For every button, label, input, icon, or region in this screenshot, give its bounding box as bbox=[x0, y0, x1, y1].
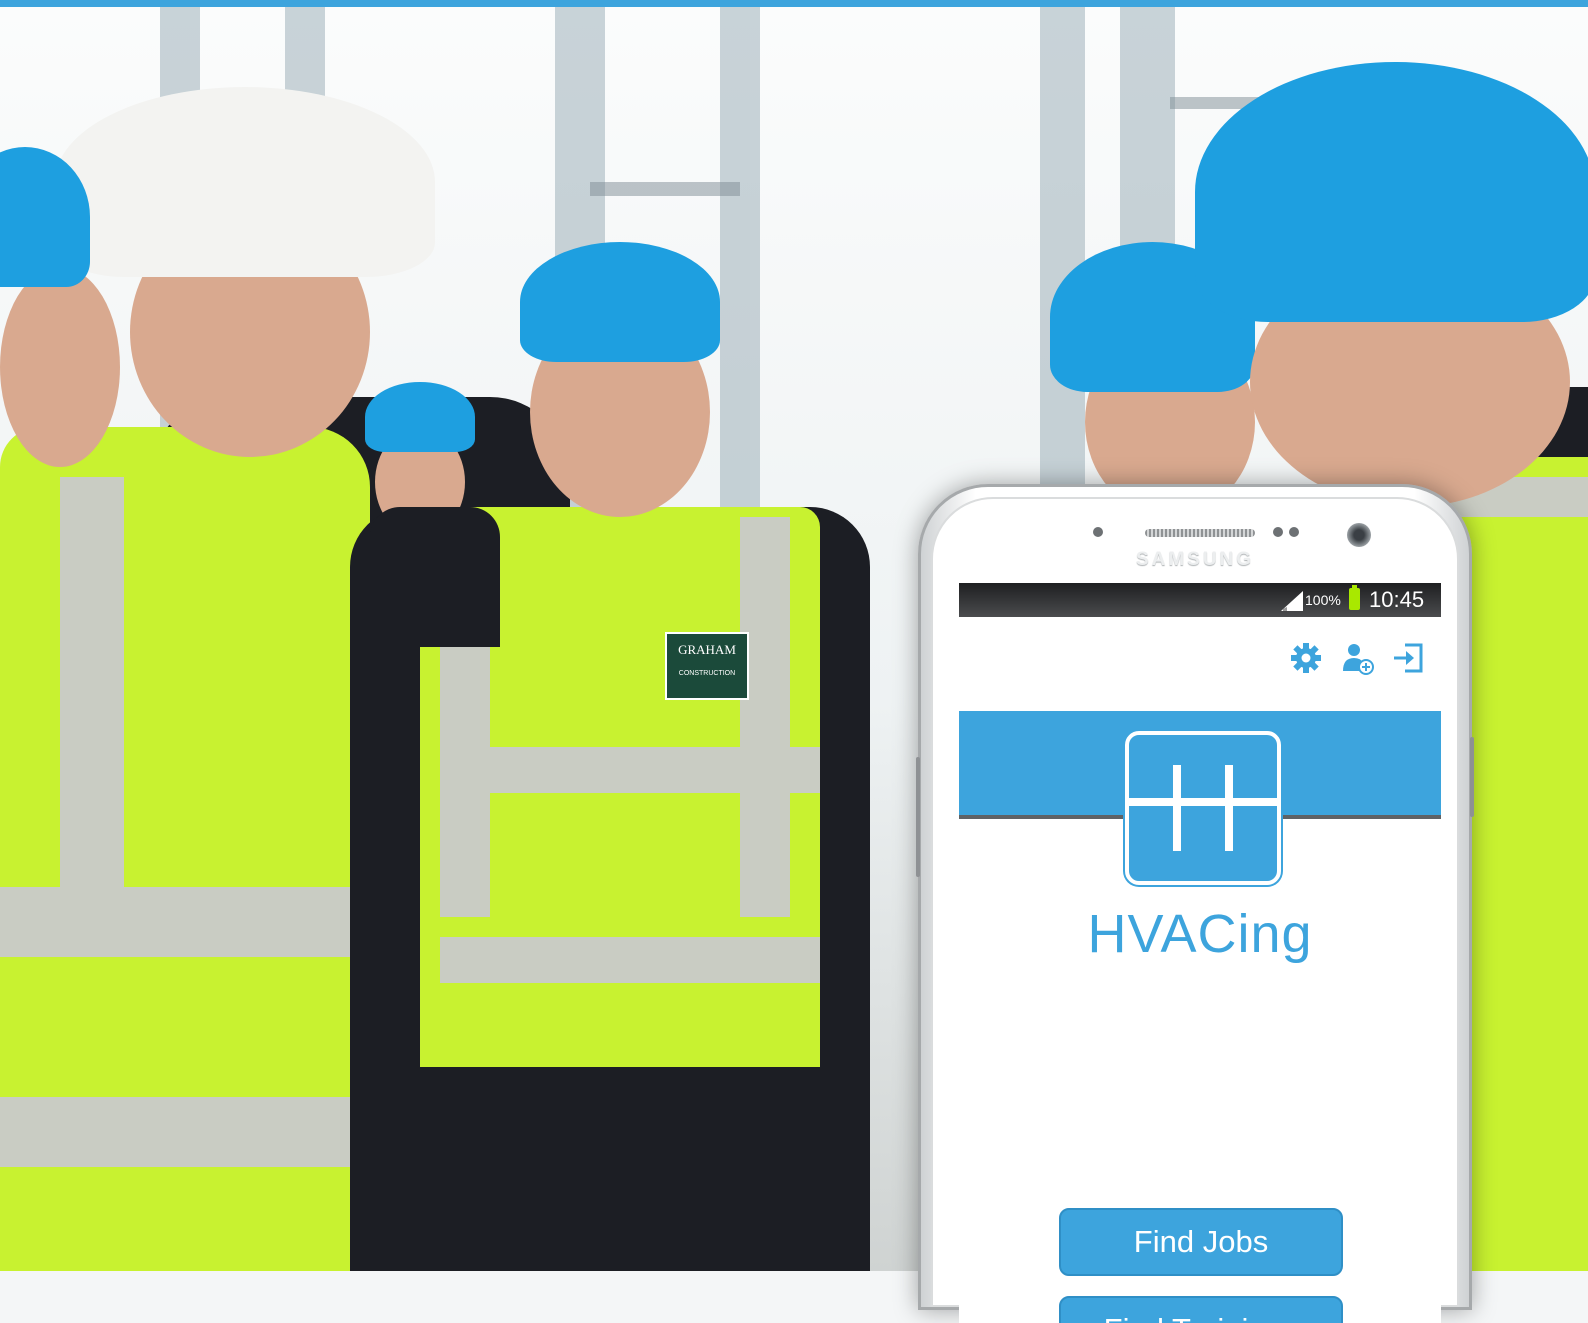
phone-bezel: SAMSUNG 100% 10:45 HVACing Find Jobs bbox=[931, 497, 1459, 1323]
proximity-sensor bbox=[1093, 527, 1103, 537]
status-bar: 100% 10:45 bbox=[959, 583, 1441, 617]
construction-badge: GRAHAM CONSTRUCTION bbox=[665, 632, 749, 700]
battery-percent: 100% bbox=[1305, 592, 1341, 608]
find-trainings-button[interactable]: Find Trainings bbox=[1059, 1296, 1343, 1323]
smartphone: SAMSUNG 100% 10:45 HVACing Find Jobs bbox=[916, 484, 1474, 1323]
badge-line2: CONSTRUCTION bbox=[678, 670, 736, 677]
sensor-dot bbox=[1273, 527, 1283, 537]
volume-key bbox=[916, 757, 920, 877]
sensor-dot bbox=[1289, 527, 1299, 537]
top-accent-bar bbox=[0, 0, 1588, 7]
app-screen: 100% 10:45 HVACing Find Jobs bbox=[959, 583, 1441, 1323]
signal-icon bbox=[1281, 591, 1303, 611]
find-jobs-button[interactable]: Find Jobs bbox=[1059, 1208, 1343, 1276]
add-user-icon[interactable] bbox=[1341, 641, 1375, 675]
front-camera bbox=[1347, 523, 1371, 547]
badge-line1: GRAHAM bbox=[678, 642, 736, 657]
phone-brand: SAMSUNG bbox=[1135, 549, 1255, 570]
sign-in-icon[interactable] bbox=[1391, 641, 1425, 675]
earpiece-speaker bbox=[1145, 529, 1255, 537]
battery-icon bbox=[1349, 585, 1360, 610]
app-title: HVACing bbox=[1087, 904, 1313, 964]
gear-icon[interactable] bbox=[1289, 641, 1323, 675]
power-key bbox=[1470, 737, 1474, 817]
clock: 10:45 bbox=[1369, 587, 1425, 612]
hvacing-h-logo-icon bbox=[1125, 731, 1281, 885]
